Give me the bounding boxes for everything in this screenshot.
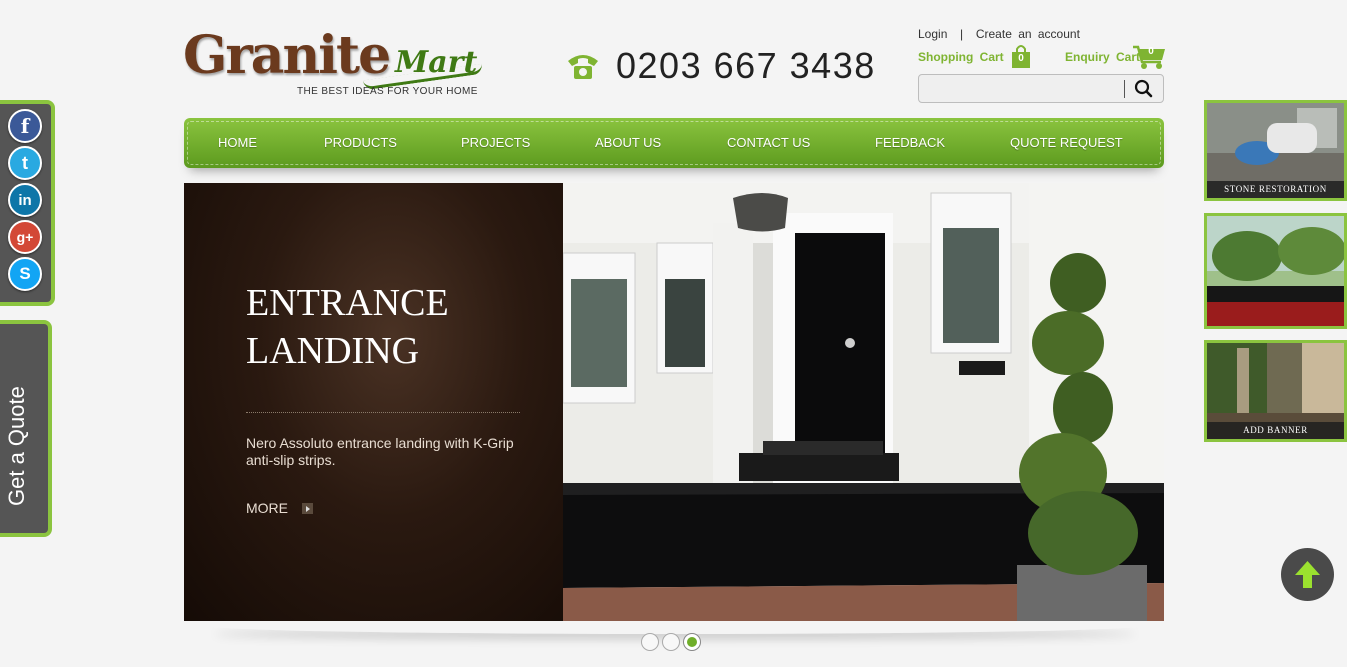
phone-number: 0203 667 3438 — [616, 45, 876, 86]
nav-about-us[interactable]: ABOUT US — [595, 135, 661, 150]
side-banner-label-3: ADD BANNER — [1207, 422, 1344, 439]
hero-title: ENTRANCE LANDING — [246, 282, 449, 372]
skype-glyph: S — [19, 264, 31, 283]
cart-row: Shopping Cart 0 Enquiry Cart 0 — [918, 44, 1165, 70]
hero-more-label: MORE — [246, 500, 288, 516]
hero-slider: ENTRANCE LANDING Nero Assoluto entrance … — [184, 183, 1164, 621]
slider-dot-2[interactable] — [662, 633, 680, 651]
google-plus-icon[interactable]: g+ — [8, 220, 42, 254]
phone-contact: 0203 667 3438 — [566, 45, 876, 86]
slider-dot-3-active[interactable] — [683, 633, 701, 651]
hero-photo-entrance — [563, 183, 1164, 621]
hero-shadow — [210, 618, 1140, 634]
hero-description: Nero Assoluto entrance landing with K-Gr… — [246, 435, 514, 468]
arrow-up-icon — [1295, 561, 1320, 588]
hero-more-link[interactable]: MORE — [246, 500, 313, 516]
back-to-top-button[interactable] — [1281, 548, 1334, 601]
get-a-quote-label: Get a Quote — [4, 386, 29, 506]
search-input[interactable] — [923, 78, 1123, 99]
search-divider — [1124, 80, 1125, 98]
account-links: Login | Create an account — [918, 27, 1080, 41]
logo-brand-main: Granite — [183, 25, 391, 86]
twitter-glyph: t — [22, 152, 28, 173]
logo-tagline: THE BEST IDEAS FOR YOUR HOME — [297, 86, 478, 97]
nav-contact-us[interactable]: CONTACT US — [727, 135, 810, 150]
social-bar: f t in g+ S — [0, 100, 55, 306]
nav-feedback[interactable]: FEEDBACK — [875, 135, 945, 150]
hero-divider — [246, 412, 520, 413]
side-banner-stone-restoration[interactable]: STONE RESTORATION — [1204, 100, 1347, 201]
hero-caption-panel: ENTRANCE LANDING Nero Assoluto entrance … — [184, 183, 563, 621]
slider-dot-1[interactable] — [641, 633, 659, 651]
enquiry-cart-count: 0 — [1148, 46, 1154, 57]
search-box — [918, 74, 1164, 103]
search-icon[interactable] — [1129, 78, 1159, 100]
side-banner-add-banner[interactable]: ADD BANNER — [1204, 340, 1347, 442]
shopping-cart-count: 0 — [1018, 53, 1024, 64]
main-nav: HOME PRODUCTS PROJECTS ABOUT US CONTACT … — [184, 118, 1164, 168]
facebook-glyph: f — [20, 114, 30, 138]
skype-icon[interactable]: S — [8, 257, 42, 291]
enquiry-cart-link[interactable]: Enquiry Cart — [1065, 50, 1140, 64]
nav-home[interactable]: HOME — [218, 135, 257, 150]
site-logo[interactable]: Granite Mart THE BEST IDEAS FOR YOUR HOM… — [183, 28, 493, 100]
nav-products[interactable]: PRODUCTS — [324, 135, 397, 150]
facebook-icon[interactable]: f — [8, 109, 42, 143]
get-a-quote-tab[interactable]: Get a Quote — [0, 320, 52, 537]
nav-projects[interactable]: PROJECTS — [461, 135, 530, 150]
google-plus-glyph: g+ — [16, 229, 34, 245]
shopping-cart-link[interactable]: Shopping Cart — [918, 50, 1004, 64]
chevron-right-icon — [302, 502, 313, 514]
phone-icon — [568, 55, 598, 79]
linkedin-glyph: in — [18, 191, 32, 209]
create-account-link[interactable]: Create an account — [976, 27, 1080, 41]
side-banner-label-1: STONE RESTORATION — [1207, 181, 1344, 198]
nav-quote-request[interactable]: QUOTE REQUEST — [1010, 135, 1123, 150]
kitchen-worktop-image — [1207, 216, 1344, 326]
logo-brand-accent: Mart — [395, 45, 478, 80]
linkedin-icon[interactable]: in — [8, 183, 42, 217]
side-banner-kitchen[interactable] — [1204, 213, 1347, 329]
slider-dots — [641, 633, 701, 651]
twitter-icon[interactable]: t — [8, 146, 42, 180]
account-separator: | — [960, 27, 964, 41]
login-link[interactable]: Login — [918, 27, 947, 41]
